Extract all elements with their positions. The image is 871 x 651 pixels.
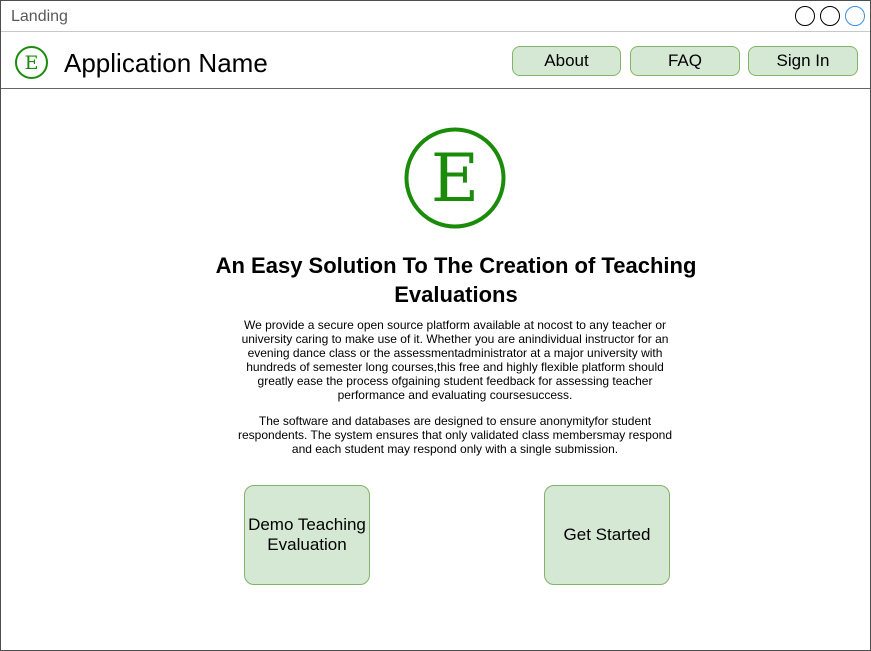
e-logo-icon: E bbox=[15, 46, 48, 79]
hero-logo-letter: E bbox=[431, 140, 479, 217]
hero-headline: An Easy Solution To The Creation of Teac… bbox=[215, 253, 697, 307]
title-bar: Landing bbox=[1, 1, 870, 32]
demo-evaluation-button[interactable]: Demo Teaching Evaluation bbox=[244, 485, 370, 585]
hero-paragraph-anonymity: The software and databases are designed … bbox=[238, 414, 672, 456]
window-title: Landing bbox=[11, 8, 68, 25]
faq-button[interactable]: FAQ bbox=[630, 46, 740, 76]
about-button[interactable]: About bbox=[512, 46, 621, 76]
hero-paragraph-intro: We provide a secure open source platform… bbox=[241, 318, 669, 402]
window-control-icon[interactable] bbox=[845, 6, 865, 26]
get-started-button[interactable]: Get Started bbox=[544, 485, 670, 585]
app-header: E Application Name About FAQ Sign In bbox=[1, 32, 870, 89]
logo-letter: E bbox=[25, 52, 39, 74]
window-control-icon[interactable] bbox=[820, 6, 840, 26]
app-name: Application Name bbox=[64, 48, 268, 78]
window-control-icon[interactable] bbox=[795, 6, 815, 26]
sign-in-button[interactable]: Sign In bbox=[748, 46, 858, 76]
app-window: Landing E Application Name About FAQ Sig… bbox=[0, 0, 871, 651]
e-logo-icon: E bbox=[404, 127, 506, 229]
